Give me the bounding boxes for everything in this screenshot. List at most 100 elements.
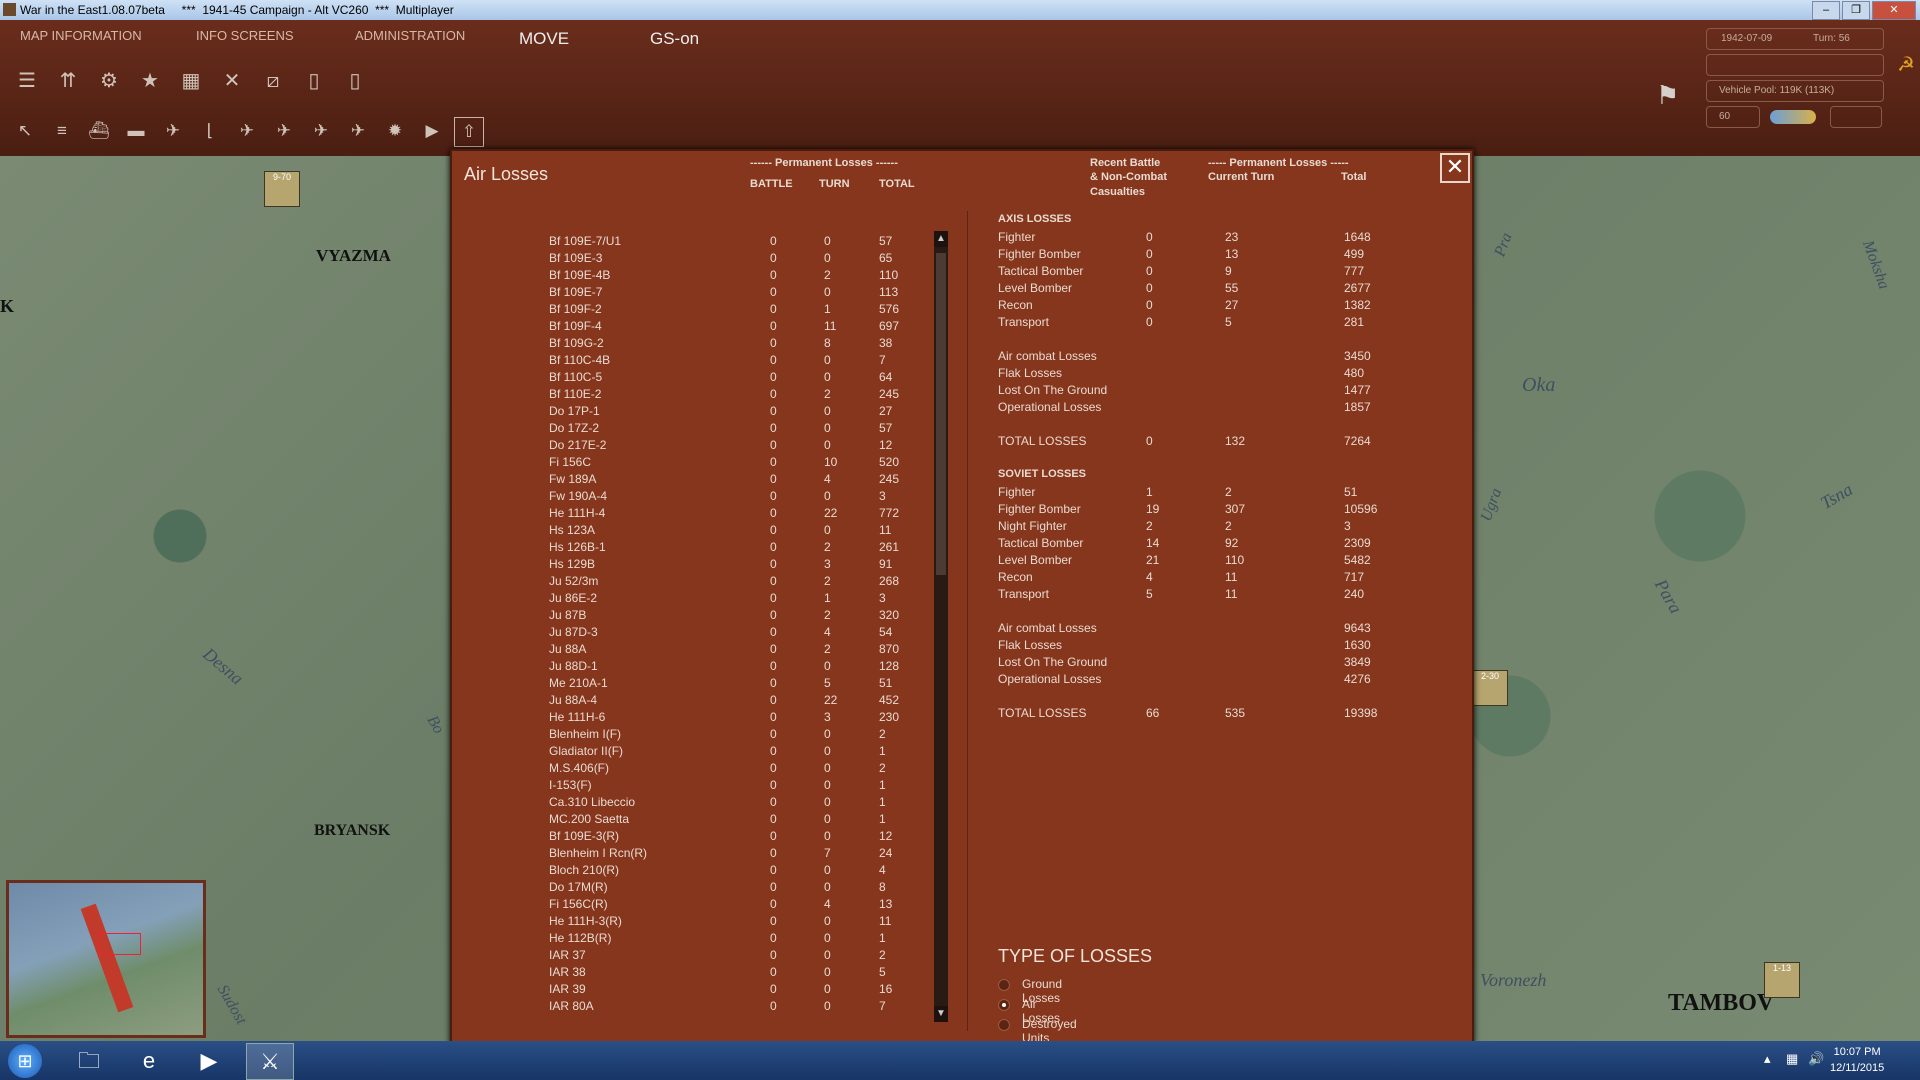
- layers-icon[interactable]: ☰: [10, 64, 44, 98]
- media-player-icon[interactable]: ▶: [186, 1043, 232, 1078]
- turn-losses: 4: [824, 472, 831, 486]
- ground-support-toggle[interactable]: GS-on: [650, 29, 699, 49]
- supply-icon[interactable]: ▯: [297, 64, 331, 98]
- recent-battle: 2: [1146, 519, 1153, 533]
- menu-administration[interactable]: ADMINISTRATION: [355, 28, 465, 50]
- air-attack-icon[interactable]: ✈: [158, 114, 188, 148]
- total-losses: 113: [879, 285, 899, 299]
- scroll-thumb[interactable]: [936, 253, 946, 575]
- city-label: VYAZMA: [316, 246, 391, 265]
- table-row: Bf 109E-7 0 0 113: [549, 284, 949, 301]
- restore-button[interactable]: ❐: [1842, 1, 1870, 20]
- total-label: TOTAL LOSSES: [998, 706, 1087, 720]
- battle-losses: 0: [770, 710, 777, 724]
- menu-info-screens[interactable]: INFO SCREENS: [196, 28, 294, 50]
- menu-map-information[interactable]: MAP INFORMATION: [20, 28, 142, 50]
- river-label: Moksha: [1859, 238, 1893, 292]
- total: 480: [1344, 366, 1365, 380]
- battle-losses: 0: [770, 727, 777, 741]
- units-icon[interactable]: ⇈: [51, 64, 85, 98]
- browser-icon[interactable]: e: [126, 1043, 172, 1078]
- battle-column-header: BATTLE: [750, 178, 793, 190]
- loss-category: Air combat Losses: [998, 349, 1097, 363]
- bombing-icon[interactable]: ✈: [269, 114, 299, 148]
- current-turn: 5: [1225, 315, 1232, 329]
- turn-losses: 0: [824, 421, 831, 435]
- move-mode-icon[interactable]: ↖: [10, 114, 40, 148]
- current-turn: 535: [1225, 706, 1246, 720]
- radio-dot-icon[interactable]: [998, 979, 1010, 991]
- scroll-down-icon[interactable]: ▼: [934, 1006, 948, 1022]
- battle-losses: 0: [770, 676, 777, 690]
- airfield-icon[interactable]: ⌊: [195, 114, 225, 148]
- minimize-button[interactable]: ‒: [1812, 1, 1840, 20]
- current-turn: 11: [1225, 570, 1238, 584]
- turn-losses: 2: [824, 268, 831, 282]
- list-scrollbar[interactable]: ▲ ▼: [934, 231, 948, 1022]
- aircraft-name: Ju 88A-4: [549, 693, 598, 707]
- battle-losses: 0: [770, 370, 777, 384]
- aircraft-type: Night Fighter: [998, 519, 1067, 533]
- file-explorer-icon[interactable]: 🗀: [66, 1043, 112, 1078]
- unit-counter[interactable]: 1-13: [1764, 962, 1800, 998]
- category-row: Operational Losses 4276: [998, 672, 1418, 689]
- total-losses: 320: [879, 608, 900, 622]
- interdiction-icon[interactable]: ✈: [343, 114, 373, 148]
- naval-transport-icon[interactable]: ≡: [47, 114, 77, 148]
- close-button[interactable]: ✕: [1440, 153, 1470, 183]
- factory-icon[interactable]: ▦: [174, 64, 208, 98]
- aircraft-name: Hs 129B: [549, 557, 596, 571]
- turn-losses: 2: [824, 387, 831, 401]
- minimap-viewport[interactable]: [99, 933, 141, 955]
- battle-losses: 0: [770, 897, 777, 911]
- game-taskbar-icon[interactable]: ⚔: [246, 1043, 294, 1080]
- unit-counter[interactable]: 2-30: [1472, 670, 1508, 706]
- weather-indicator: [1770, 110, 1816, 124]
- recent-battle: 0: [1146, 230, 1153, 244]
- taskbar: ⊞ 🗀 e ▶ ⚔ ▴ ▦ 🔊 10:07 PM 12/11/2015: [0, 1041, 1920, 1080]
- rail-icon[interactable]: ⧄: [256, 64, 290, 98]
- turn-losses: 22: [824, 506, 838, 520]
- air-transfer-icon[interactable]: ✈: [232, 114, 262, 148]
- unit-counter[interactable]: 9-70: [264, 171, 300, 207]
- battle-losses: 0: [770, 506, 777, 520]
- battle-losses: 0: [770, 795, 777, 809]
- window-close-button[interactable]: ✕: [1872, 1, 1916, 20]
- battle-losses: 0: [770, 353, 777, 367]
- category-row: Flak Losses 480: [998, 366, 1418, 383]
- mode-move[interactable]: MOVE: [519, 29, 569, 49]
- info-box-empty: [1706, 54, 1884, 76]
- battle-losses: 0: [770, 744, 777, 758]
- network-icon[interactable]: ▦: [1786, 1051, 1798, 1067]
- volume-icon[interactable]: 🔊: [1808, 1051, 1824, 1067]
- ship-icon[interactable]: ⛴: [84, 114, 114, 148]
- end-turn-icon[interactable]: ⇧: [454, 117, 484, 147]
- current-turn: 9: [1225, 264, 1232, 278]
- total-losses: 4: [879, 863, 886, 877]
- table-row: Bf 110C-5 0 0 64: [549, 369, 949, 386]
- scroll-up-icon[interactable]: ▲: [934, 231, 948, 247]
- start-button[interactable]: ⊞: [8, 1044, 42, 1078]
- play-icon[interactable]: ▶: [417, 114, 447, 148]
- minimap[interactable]: [6, 880, 206, 1038]
- tray-expand-icon[interactable]: ▴: [1764, 1051, 1771, 1067]
- river-label: Ugra: [1477, 486, 1506, 524]
- table-row: Ca.310 Libeccio 0 0 1: [549, 794, 949, 811]
- gear-icon[interactable]: ⚙: [92, 64, 126, 98]
- fuel-icon[interactable]: ▯: [338, 64, 372, 98]
- star-icon[interactable]: ★: [133, 64, 167, 98]
- recon-icon[interactable]: ✈: [306, 114, 336, 148]
- turn-losses: 0: [824, 914, 831, 928]
- barge-icon[interactable]: ▬: [121, 114, 151, 148]
- total-losses: 12: [879, 829, 893, 843]
- crossed-swords-icon[interactable]: ✕: [215, 64, 249, 98]
- aircraft-name: Fi 156C: [549, 455, 592, 469]
- explosion-icon[interactable]: ✹: [380, 114, 410, 148]
- radio-dot-icon[interactable]: [998, 999, 1010, 1011]
- radio-dot-icon[interactable]: [998, 1019, 1010, 1031]
- total-losses: 261: [879, 540, 900, 554]
- system-clock[interactable]: 10:07 PM 12/11/2015: [1830, 1044, 1884, 1076]
- flag-icon[interactable]: ⚑: [1656, 80, 1679, 111]
- recent-battle: 66: [1146, 706, 1160, 720]
- dialog-title: Air Losses: [464, 164, 549, 184]
